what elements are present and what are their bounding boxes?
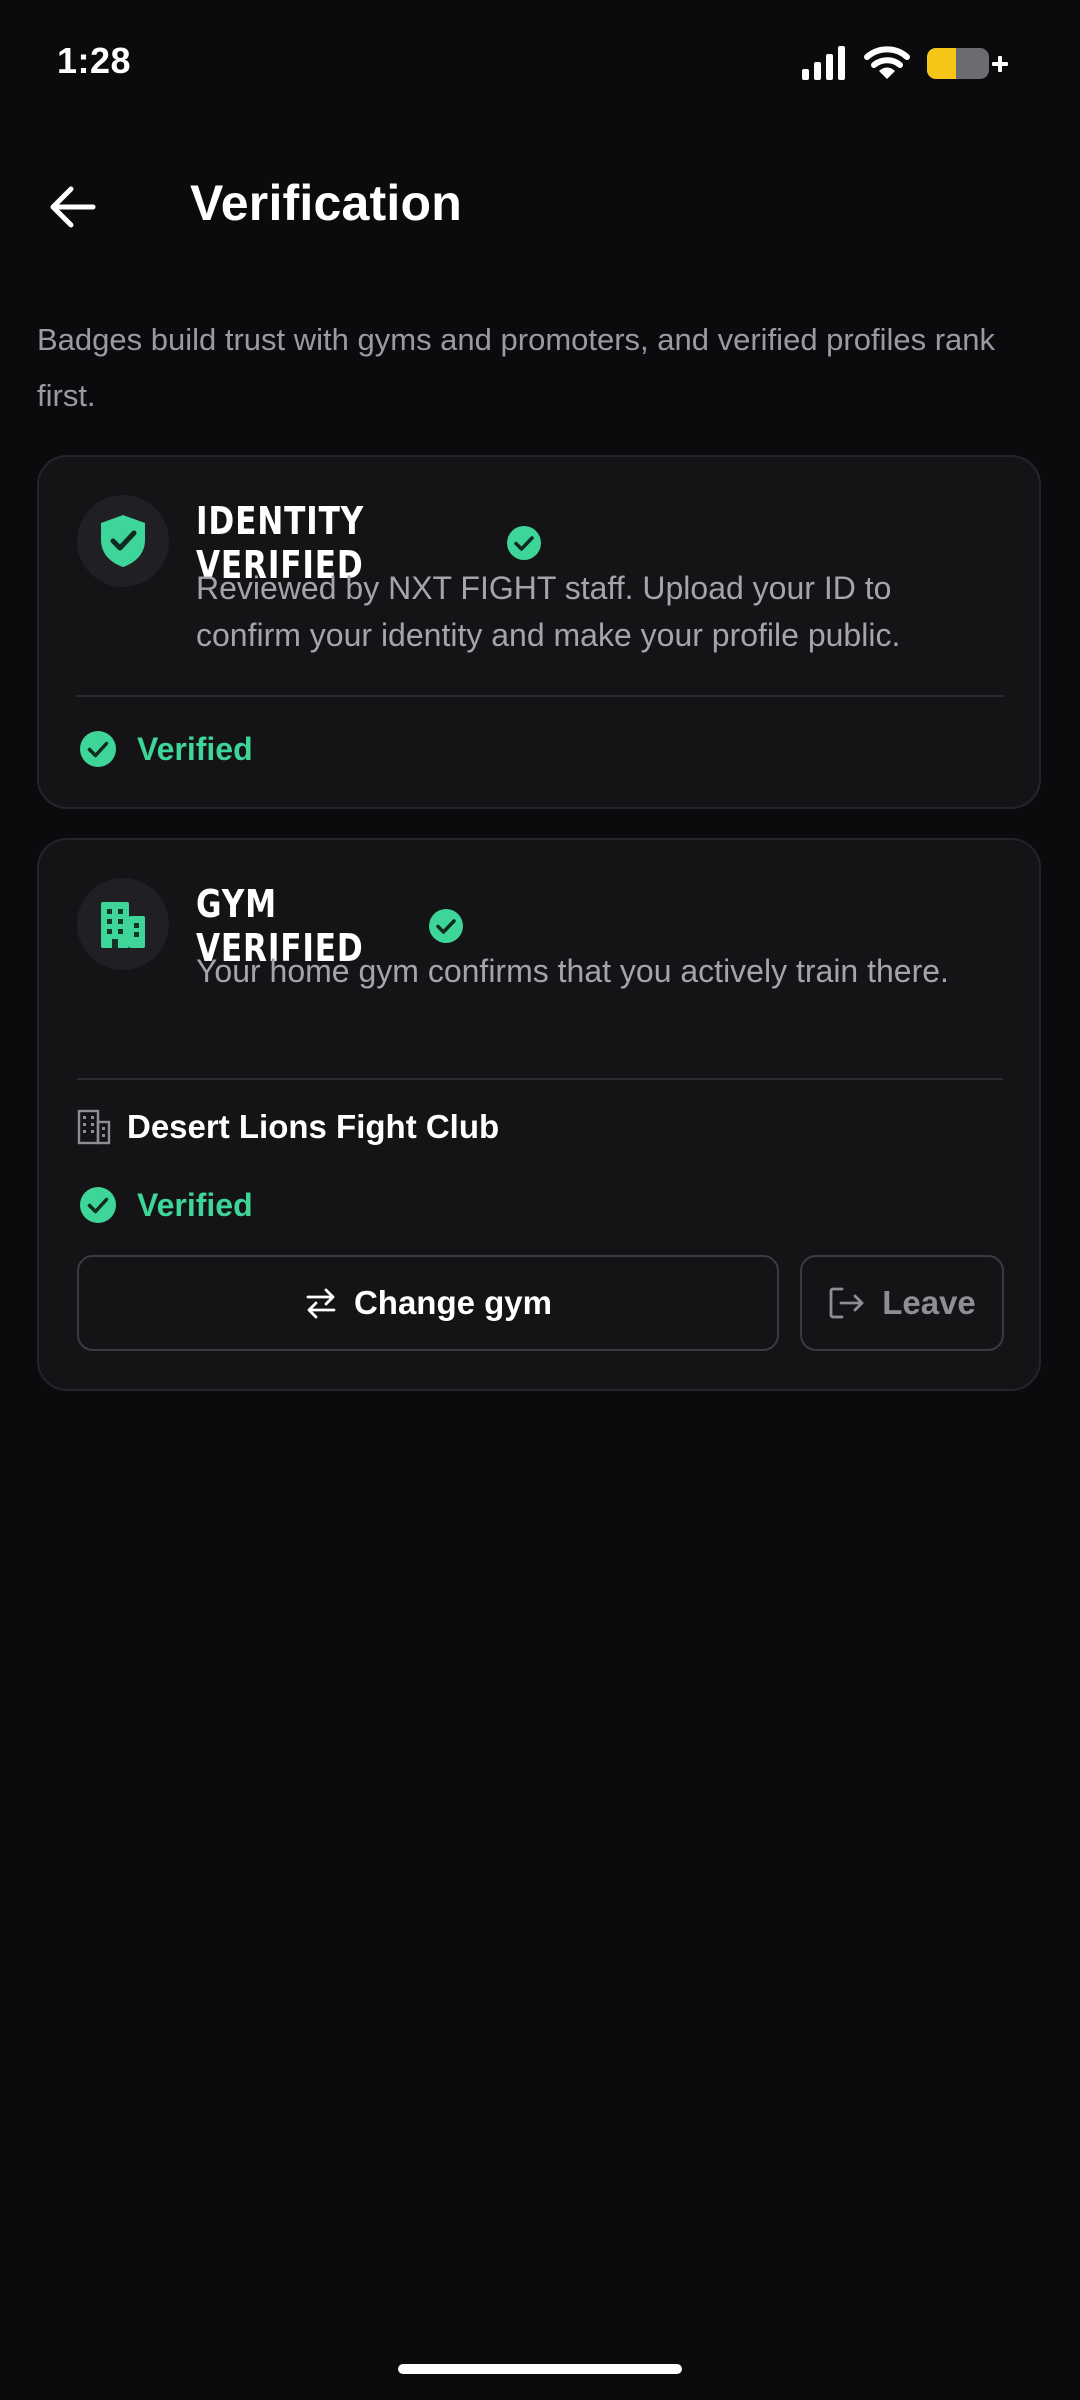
gym-name: Desert Lions Fight Club bbox=[127, 1108, 500, 1145]
change-gym-button[interactable]: Change gym bbox=[77, 1255, 779, 1351]
swap-arrows-icon bbox=[306, 1288, 336, 1319]
gym-divider bbox=[77, 1078, 1003, 1080]
identity-verified-card: IDENTITY VERIFIED Reviewed by NXT FIGHT … bbox=[37, 455, 1041, 809]
header: Verification bbox=[0, 160, 1080, 250]
check-circle-icon bbox=[429, 909, 463, 943]
cellular-signal-icon bbox=[802, 46, 845, 80]
identity-status: Verified bbox=[79, 730, 253, 768]
page-title: Verification bbox=[190, 175, 462, 231]
gym-status: Verified bbox=[79, 1186, 253, 1224]
gym-card-description: Your home gym confirms that you actively… bbox=[196, 953, 949, 989]
intro-text: Badges build trust with gyms and promote… bbox=[37, 322, 996, 413]
leave-label: Leave bbox=[882, 1284, 976, 1321]
exit-icon bbox=[829, 1287, 864, 1319]
status-time: 1:28 bbox=[57, 40, 132, 81]
back-button[interactable] bbox=[38, 172, 108, 242]
gym-status-label: Verified bbox=[137, 1186, 253, 1223]
gym-badge bbox=[77, 878, 169, 970]
identity-badge bbox=[77, 495, 169, 587]
verification-screen: 1:28 Verification Badges build trust wit… bbox=[0, 0, 1080, 2400]
leave-gym-button[interactable]: Leave bbox=[800, 1255, 1004, 1351]
battery-charging-icon bbox=[927, 48, 1008, 79]
building-icon bbox=[101, 902, 145, 948]
check-circle-icon bbox=[507, 526, 541, 560]
check-circle-icon bbox=[80, 1187, 116, 1223]
gym-verified-card: GYM VERIFIED Your home gym confirms that… bbox=[37, 838, 1041, 1391]
wifi-icon bbox=[864, 46, 910, 79]
check-circle-icon bbox=[80, 731, 116, 767]
change-gym-label: Change gym bbox=[353, 1284, 553, 1321]
status-bar: 1:28 bbox=[0, 0, 1080, 130]
status-icons bbox=[800, 45, 1008, 81]
arrow-left-icon bbox=[50, 186, 96, 228]
identity-card-description: Reviewed by NXT FIGHT staff. Upload your… bbox=[196, 570, 901, 653]
home-indicator[interactable] bbox=[398, 2364, 682, 2374]
shield-check-icon bbox=[101, 515, 145, 567]
building-outline-icon bbox=[77, 1109, 111, 1145]
identity-status-label: Verified bbox=[137, 730, 253, 767]
identity-divider bbox=[77, 695, 1003, 697]
gym-name-row: Desert Lions Fight Club bbox=[77, 1108, 499, 1146]
